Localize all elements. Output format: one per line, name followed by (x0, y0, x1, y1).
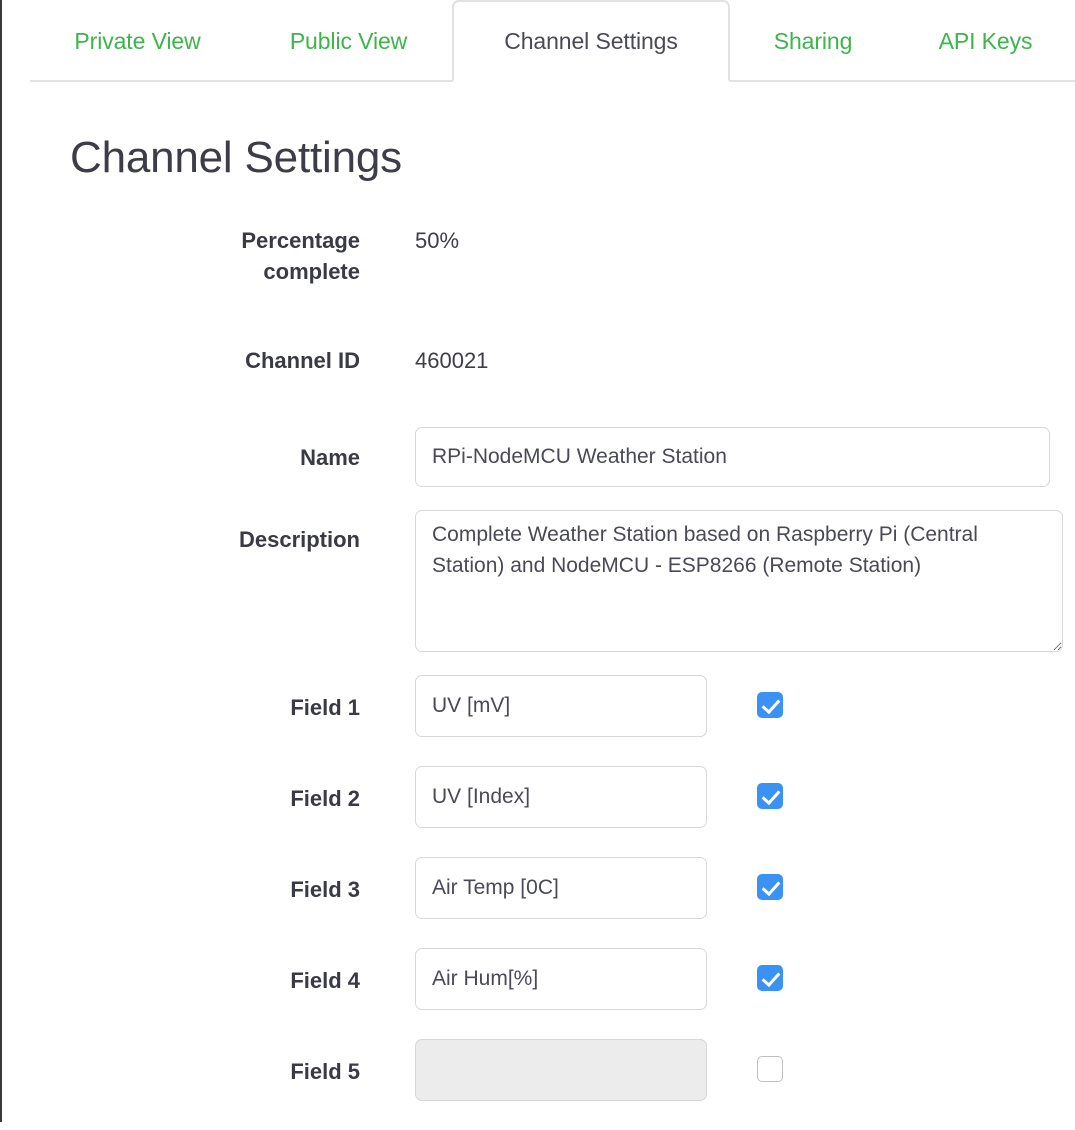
field-2-checkbox[interactable] (757, 783, 783, 809)
field-2-checkbox-wrapper (757, 783, 783, 809)
field-1-label: Field 1 (0, 675, 360, 723)
row-percentage-complete: Percentage complete 50% (0, 225, 1075, 345)
percentage-complete-value: 50% (415, 225, 459, 256)
field-4-label: Field 4 (0, 948, 360, 996)
tab-public-view[interactable]: Public View (245, 0, 452, 82)
tab-public-view-label: Public View (290, 28, 407, 55)
name-input[interactable] (415, 427, 1050, 487)
field-4-input-wrapper (415, 948, 707, 1010)
field-1-checkbox[interactable] (757, 692, 783, 718)
row-field-5: Field 5 (0, 1039, 1075, 1130)
field-2-label: Field 2 (0, 766, 360, 814)
page-title: Channel Settings (70, 133, 402, 183)
field-2-input[interactable] (415, 766, 707, 828)
tab-api-keys-label: API Keys (939, 28, 1033, 55)
field-4-input[interactable] (415, 948, 707, 1010)
field-1-input[interactable] (415, 675, 707, 737)
field-1-input-wrapper (415, 675, 707, 737)
field-4-checkbox[interactable] (757, 965, 783, 991)
row-name: Name (0, 427, 1075, 510)
field-5-checkbox-wrapper (757, 1056, 783, 1082)
tab-channel-settings[interactable]: Channel Settings (452, 0, 730, 82)
row-channel-id: Channel ID 460021 (0, 345, 1075, 427)
name-label: Name (0, 427, 360, 473)
row-field-4: Field 4 (0, 948, 1075, 1039)
channel-settings-form: Percentage complete 50% Channel ID 46002… (0, 225, 1075, 1130)
tab-private-view-label: Private View (74, 28, 200, 55)
channel-tab-bar: Private View Public View Channel Setting… (30, 0, 1075, 82)
field-4-checkbox-wrapper (757, 965, 783, 991)
row-description: Description Complete Weather Station bas… (0, 510, 1075, 675)
tab-sharing-label: Sharing (774, 28, 853, 55)
tab-private-view[interactable]: Private View (30, 0, 245, 82)
name-input-wrapper (415, 427, 1050, 487)
field-3-checkbox-wrapper (757, 874, 783, 900)
field-3-input[interactable] (415, 857, 707, 919)
field-1-checkbox-wrapper (757, 692, 783, 718)
field-3-label: Field 3 (0, 857, 360, 905)
field-5-input-wrapper (415, 1039, 707, 1101)
description-textarea[interactable]: Complete Weather Station based on Raspbe… (415, 510, 1063, 652)
field-3-input-wrapper (415, 857, 707, 919)
field-5-input[interactable] (415, 1039, 707, 1101)
description-input-wrapper: Complete Weather Station based on Raspbe… (415, 510, 1063, 657)
channel-id-value: 460021 (415, 345, 488, 376)
field-3-checkbox[interactable] (757, 874, 783, 900)
channel-id-label: Channel ID (0, 345, 360, 376)
row-field-3: Field 3 (0, 857, 1075, 948)
field-5-label: Field 5 (0, 1039, 360, 1087)
percentage-complete-label: Percentage complete (0, 225, 360, 287)
row-field-2: Field 2 (0, 766, 1075, 857)
tab-api-keys[interactable]: API Keys (896, 0, 1075, 82)
tab-sharing[interactable]: Sharing (730, 0, 896, 82)
tab-channel-settings-label: Channel Settings (504, 28, 678, 55)
field-2-input-wrapper (415, 766, 707, 828)
description-label: Description (0, 510, 360, 555)
field-5-checkbox[interactable] (757, 1056, 783, 1082)
row-field-1: Field 1 (0, 675, 1075, 766)
